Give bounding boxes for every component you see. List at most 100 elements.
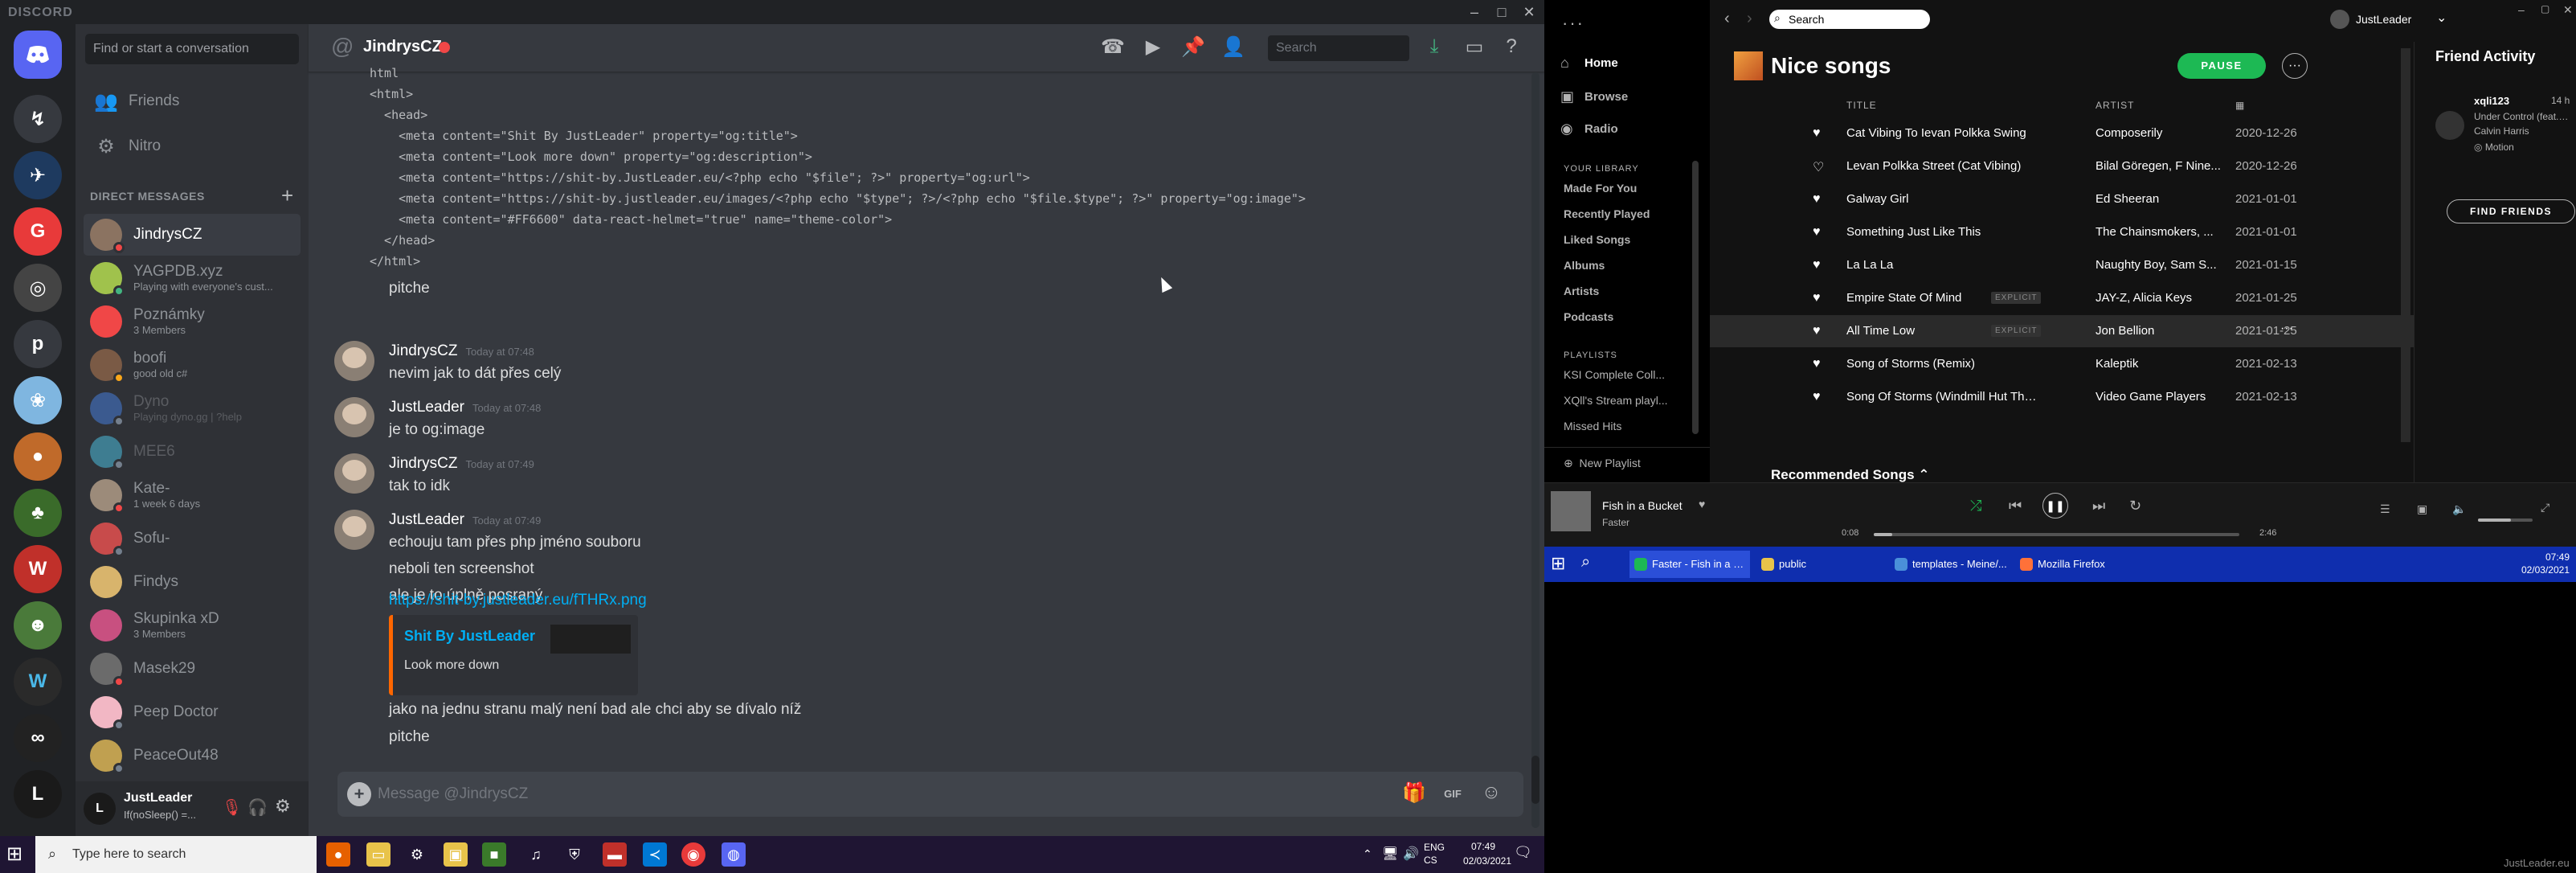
shuffle-icon[interactable]: ⤮	[1970, 498, 1981, 514]
friend-context[interactable]: ◎ Motion	[2474, 141, 2514, 153]
tray-chevron-icon[interactable]: ⌃	[1363, 847, 1372, 861]
spotify-search-input[interactable]: Search	[1769, 10, 1930, 29]
play-pause-icon[interactable]: ❚❚	[2042, 493, 2068, 518]
emoji-icon[interactable]: ☺	[1478, 781, 1504, 807]
message-author[interactable]: JustLeader Today at 07:49	[389, 511, 541, 529]
next-icon[interactable]: ⏭	[2092, 498, 2105, 514]
taskbar-search-input[interactable]: Type here to search	[35, 836, 317, 873]
dm-item[interactable]: YAGPDB.xyz Playing with everyone's cust..…	[84, 257, 301, 299]
dm-item[interactable]: Masek29	[84, 648, 301, 690]
more-menu-icon[interactable]: ···	[1562, 13, 1584, 34]
volume-slider[interactable]	[2478, 518, 2533, 522]
shield-icon[interactable]: ⛨	[562, 842, 587, 867]
server-icon[interactable]: ●	[14, 432, 62, 481]
previous-icon[interactable]: ⏮	[2009, 498, 2022, 514]
track-artist[interactable]: Video Game Players	[2096, 390, 2224, 404]
volume-icon[interactable]: 🔈	[2452, 502, 2466, 516]
dm-item[interactable]: Poznámky 3 Members	[84, 301, 301, 342]
server-icon[interactable]: ◎	[14, 264, 62, 312]
track-title[interactable]: Levan Polkka Street (Cat Vibing)	[1846, 159, 2039, 173]
heart-icon[interactable]: ♥	[1813, 225, 1821, 240]
nav-radio[interactable]: ◉ Radio	[1560, 121, 1618, 137]
heart-icon[interactable]: ♥	[1813, 390, 1821, 404]
heart-icon[interactable]: ♥	[1699, 498, 1705, 510]
message-input[interactable]: Message @JindrysCZ	[378, 785, 528, 803]
avatar[interactable]	[2435, 111, 2464, 140]
heart-icon[interactable]: ♥	[1813, 192, 1821, 207]
author-name[interactable]: JindrysCZ	[389, 342, 458, 359]
track-more-icon[interactable]: ···	[2280, 322, 2293, 336]
dm-search-input[interactable]: Find or start a conversation	[85, 34, 299, 64]
server-icon[interactable]: W	[14, 658, 62, 706]
header-search-input[interactable]: Search	[1268, 35, 1409, 61]
queue-icon[interactable]: ☰	[2380, 502, 2390, 516]
track-row[interactable]: ♥ Song of Storms (Remix) Kaleptik 2021-02-1…	[1710, 348, 2414, 380]
taskbar-app-button[interactable]: templates - Meine/...	[1890, 551, 2010, 578]
server-icon[interactable]: ❀	[14, 376, 62, 424]
minecraft-icon[interactable]: ■	[482, 842, 506, 867]
fullscreen-icon[interactable]: ⤢	[2541, 501, 2549, 514]
track-artist[interactable]: Composerily	[2096, 126, 2224, 140]
app-icon[interactable]: ▬	[603, 842, 627, 867]
attach-plus-icon[interactable]: +	[347, 782, 371, 806]
find-friends-button[interactable]: FIND FRIENDS	[2447, 199, 2575, 223]
clock-date[interactable]: 02/03/2021	[1459, 855, 1515, 867]
friend-artist[interactable]: Calvin Harris	[2474, 125, 2529, 137]
friends-nav[interactable]: 👥 Friends	[84, 82, 301, 121]
close-icon[interactable]: ✕	[1515, 0, 1543, 24]
heart-icon[interactable]: ♥	[1813, 357, 1821, 371]
heart-icon[interactable]: ♥	[1813, 126, 1821, 141]
music-icon[interactable]: ♫	[524, 842, 548, 867]
help-icon[interactable]: ?	[1498, 35, 1525, 61]
call-icon[interactable]: ☎	[1099, 35, 1126, 61]
server-icon[interactable]: G	[14, 207, 62, 256]
column-title[interactable]: TITLE	[1846, 100, 1877, 111]
dm-item[interactable]: Findys	[84, 561, 301, 603]
recommended-header[interactable]: Recommended Songs ⌃	[1771, 467, 1930, 483]
home-icon[interactable]	[14, 31, 62, 79]
settings-gear-icon[interactable]: ⚙	[275, 796, 291, 817]
server-icon[interactable]: L	[14, 770, 62, 818]
message-author[interactable]: JindrysCZ Today at 07:48	[389, 342, 534, 360]
friend-name[interactable]: xqli123	[2474, 95, 2509, 107]
track-row[interactable]: ♡ Levan Polkka Street (Cat Vibing) Bilal G…	[1710, 150, 2414, 182]
main-scrollbar[interactable]	[2401, 48, 2410, 442]
playlist-item[interactable]: KSI Complete Coll...	[1564, 368, 1684, 381]
input-language[interactable]: ENG CS	[1424, 841, 1445, 867]
message-composer[interactable]: + Message @JindrysCZ 🎁 GIF ☺	[337, 772, 1523, 817]
notifications-icon[interactable]: 🗨	[1514, 844, 1532, 861]
taskbar-app-button[interactable]: Faster - Fish in a Bu...	[1629, 551, 1750, 578]
library-item[interactable]: Recently Played	[1564, 207, 1650, 220]
album-art[interactable]	[1551, 491, 1591, 531]
forward-chevron-icon[interactable]: ›	[1747, 10, 1752, 28]
maximize-icon[interactable]: □	[1488, 0, 1515, 24]
account-name[interactable]: JustLeader	[2356, 13, 2411, 26]
dm-item[interactable]: Dyno Playing dyno.gg | ?help	[84, 387, 301, 429]
dm-item[interactable]: MEE6	[84, 431, 301, 473]
progress-bar[interactable]	[1874, 533, 2239, 536]
account-chevron-icon[interactable]: ⌄	[2436, 10, 2447, 26]
author-name[interactable]: JindrysCZ	[389, 455, 458, 472]
embed-thumbnail[interactable]	[550, 625, 631, 654]
library-item[interactable]: Podcasts	[1564, 310, 1613, 323]
new-playlist-button[interactable]: ⊕ New Playlist	[1564, 457, 1641, 470]
video-icon[interactable]: ▶	[1139, 35, 1167, 61]
server-icon[interactable]: p	[14, 320, 62, 368]
taskbar-app-button[interactable]: Mozilla Firefox	[2015, 551, 2136, 578]
track-row[interactable]: ♥ Empire State Of Mind EXPLICIT JAY-Z, Alic…	[1710, 282, 2414, 314]
playlist-item[interactable]: XQll's Stream playl...	[1564, 394, 1684, 407]
message-link[interactable]: https://shit-by.justleader.eu/fTHRx.png	[389, 592, 647, 609]
scroll-thumb[interactable]	[1531, 756, 1539, 804]
minimize-icon[interactable]: –	[2518, 3, 2525, 16]
avatar[interactable]	[334, 453, 374, 494]
sidebar-scrollbar[interactable]	[1692, 161, 1699, 434]
gift-icon[interactable]: 🎁	[1401, 781, 1427, 807]
track-row[interactable]: ♥ Something Just Like This The Chainsmoker…	[1710, 216, 2414, 248]
library-item[interactable]: Artists	[1564, 285, 1599, 297]
inbox-icon[interactable]: ▭	[1461, 35, 1488, 61]
volume-icon[interactable]: 🔊	[1403, 846, 1419, 862]
download-icon[interactable]: ⤓	[1421, 35, 1448, 61]
heart-icon[interactable]: ♡	[1813, 159, 1824, 175]
track-artist[interactable]: Ed Sheeran	[2096, 192, 2224, 206]
back-chevron-icon[interactable]: ‹	[1724, 10, 1730, 28]
